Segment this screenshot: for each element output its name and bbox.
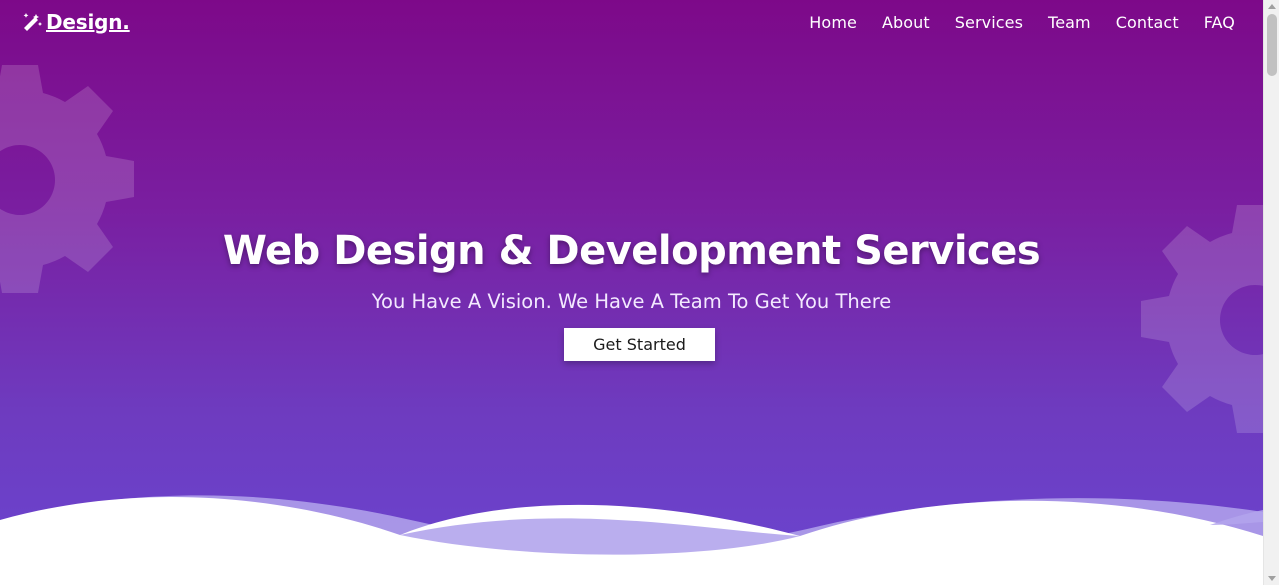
wave-divider [0, 495, 1263, 585]
page: Design. Home About Services Team Contact… [0, 0, 1263, 585]
nav-home-link[interactable]: Home [809, 13, 857, 32]
navbar: Design. Home About Services Team Contact… [0, 0, 1263, 50]
nav-contact-link[interactable]: Contact [1116, 13, 1179, 32]
nav-faq-link[interactable]: FAQ [1204, 13, 1235, 32]
scroll-up-arrow-icon[interactable] [1268, 4, 1276, 9]
main-menu: Home About Services Team Contact FAQ [809, 13, 1235, 32]
nav-team-link[interactable]: Team [1048, 13, 1091, 32]
get-started-button[interactable]: Get Started [564, 328, 715, 361]
nav-about-link[interactable]: About [882, 13, 930, 32]
hero-title: Web Design & Development Services [222, 228, 1041, 274]
scroll-thumb[interactable] [1267, 14, 1277, 76]
hero-subtitle: You Have A Vision. We Have A Team To Get… [371, 290, 892, 313]
scroll-down-arrow-icon[interactable] [1268, 576, 1276, 581]
scrollbar[interactable] [1263, 0, 1279, 585]
magic-wand-icon [23, 13, 42, 31]
nav-services-link[interactable]: Services [955, 13, 1023, 32]
hero-section: Design. Home About Services Team Contact… [0, 0, 1263, 585]
brand-name: Design. [46, 10, 130, 34]
brand-logo[interactable]: Design. [20, 10, 130, 34]
